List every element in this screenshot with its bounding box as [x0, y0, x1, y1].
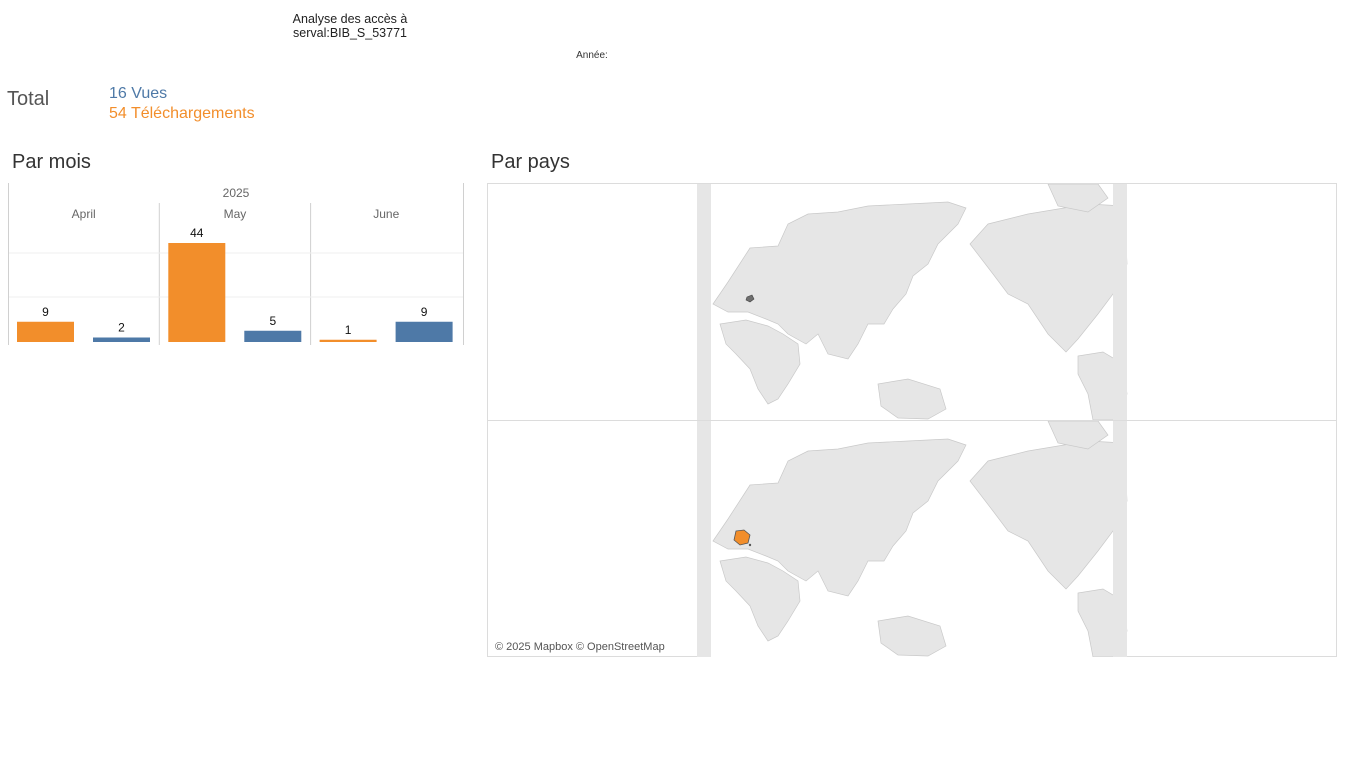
views-map[interactable] — [488, 184, 1336, 421]
dashboard-title: Analyse des accès à serval:BIB_S_53771 — [250, 12, 450, 40]
bar-value-label: 9 — [42, 305, 49, 319]
world-land — [697, 421, 1128, 657]
bar-value-label: 2 — [118, 321, 125, 335]
bar-views[interactable] — [93, 337, 150, 343]
bar-value-label: 44 — [190, 226, 204, 240]
chart-month-label: April — [72, 207, 96, 221]
section-title-by-month: Par mois — [12, 151, 91, 173]
chart-month-label: June — [373, 207, 399, 221]
total-downloads: 54 Téléchargements — [109, 105, 255, 122]
total-label: Total — [7, 88, 50, 110]
chart-canvas: 2025 April 9 2 May 44 5 June 1 9 — [8, 183, 464, 345]
views-map-canvas — [697, 184, 1128, 420]
bar-value-label: 5 — [269, 314, 276, 328]
bar-downloads[interactable] — [319, 339, 377, 342]
country-map[interactable]: © 2025 Mapbox © OpenStreetMap — [487, 183, 1337, 657]
bar-value-label: 9 — [421, 305, 428, 319]
bar-views[interactable] — [244, 330, 302, 342]
downloads-country-dot — [748, 543, 752, 547]
chart-month-label: May — [224, 207, 247, 221]
bar-downloads[interactable] — [168, 243, 226, 342]
bar-downloads[interactable] — [17, 321, 74, 342]
map-attribution: © 2025 Mapbox © OpenStreetMap — [495, 641, 665, 653]
bar-value-label: 1 — [345, 323, 352, 337]
year-filter-label[interactable]: Année: — [560, 50, 624, 61]
monthly-bar-chart[interactable]: 2025 April 9 2 May 44 5 June 1 9 — [8, 183, 464, 345]
title-line-1: Analyse des accès à — [292, 12, 408, 26]
downloads-map[interactable]: © 2025 Mapbox © OpenStreetMap — [488, 421, 1336, 657]
downloads-map-canvas — [697, 421, 1128, 657]
section-title-by-country: Par pays — [491, 151, 570, 173]
chart-year-label: 2025 — [223, 186, 250, 200]
world-land — [697, 184, 1128, 420]
title-line-2: serval:BIB_S_53771 — [293, 26, 407, 40]
total-views: 16 Vues — [109, 85, 168, 102]
bar-views[interactable] — [395, 321, 453, 342]
